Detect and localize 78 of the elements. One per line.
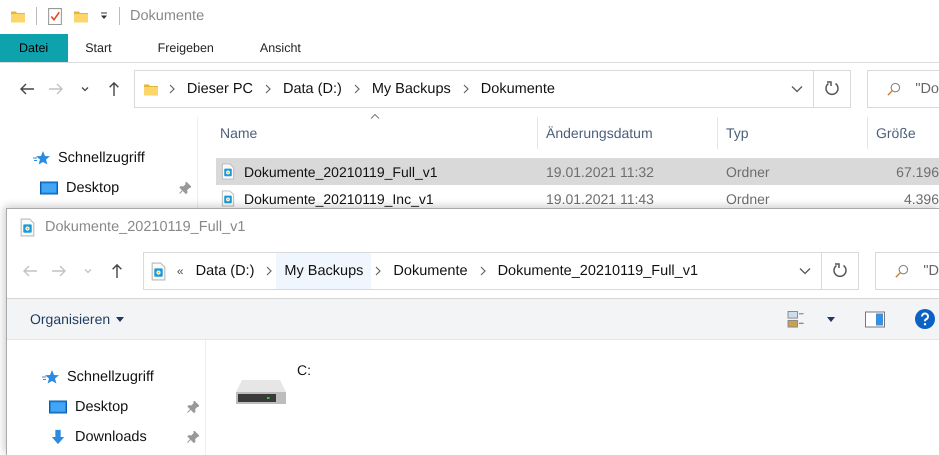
file-row[interactable]: Dokumente_20210119_Inc_v1 19.01.2021 11:43 Ordner 4.396 xyxy=(216,185,939,212)
chevron-icon xyxy=(168,84,175,94)
pin-icon[interactable] xyxy=(187,401,199,413)
sidebar-item[interactable]: Downloads xyxy=(75,429,147,445)
properties-icon[interactable] xyxy=(47,8,63,24)
search-field[interactable]: "D xyxy=(875,252,939,290)
pin-icon[interactable] xyxy=(179,182,191,194)
download-arrow-icon xyxy=(49,429,67,445)
breadcrumb[interactable]: Dieser PC xyxy=(184,71,255,107)
column-header[interactable]: Größe xyxy=(867,117,939,149)
desktop-icon xyxy=(49,399,67,415)
sidebar-item[interactable]: Schnellzugriff xyxy=(58,150,145,166)
breadcrumb[interactable]: My Backups xyxy=(370,71,453,107)
up-arrow-icon[interactable] xyxy=(106,80,120,98)
file-name: Dokumente_20210119_Full_v1 xyxy=(244,164,438,180)
chevron-icon xyxy=(462,84,469,94)
file-icon xyxy=(150,262,167,280)
chevron-icon xyxy=(480,266,486,276)
chevron-icon xyxy=(264,84,271,94)
star-icon xyxy=(41,369,59,385)
file-name: Dokumente_20210119_Inc_v1 xyxy=(244,190,434,206)
size-cell-text: 4.396 xyxy=(902,190,939,206)
refresh-button[interactable] xyxy=(814,70,852,108)
dropdown-button[interactable] xyxy=(791,85,804,93)
sort-caret-icon xyxy=(370,113,380,119)
breadcrumb[interactable]: Data (D:) xyxy=(280,71,344,107)
drive-label[interactable]: C: xyxy=(297,362,311,378)
file-icon xyxy=(19,218,36,236)
file-row[interactable]: Dokumente_20210119_Full_v1 19.01.2021 11:32 Ordner 67.196 xyxy=(216,158,939,185)
ribbon-tab[interactable]: Ansicht xyxy=(242,34,318,62)
breadcrumb[interactable]: My Backups xyxy=(276,253,372,289)
chevron-down-icon[interactable] xyxy=(80,84,90,94)
chevron-icon xyxy=(375,266,382,276)
column-header[interactable]: Änderungsdatum xyxy=(537,117,717,149)
refresh-button[interactable] xyxy=(822,252,860,290)
address-bar[interactable]: « Data (D:) My Backups Dokumente Dokumente_20210119_Full_v1 xyxy=(142,252,822,290)
file-icon xyxy=(220,163,236,180)
sidebar-item[interactable]: Schnellzugriff xyxy=(67,369,154,385)
date-cell-text: 19.01.2021 11:32 xyxy=(545,164,655,180)
dropdown-button[interactable] xyxy=(799,267,812,275)
ribbon-tab[interactable]: Start xyxy=(68,34,129,62)
caret-icon xyxy=(116,316,124,322)
window-title: Dokumente_20210119_Full_v1 xyxy=(45,219,246,235)
search-icon xyxy=(886,82,902,96)
column-header[interactable]: Typ xyxy=(717,117,867,149)
star-icon xyxy=(32,150,50,166)
overflow-button[interactable]: « xyxy=(176,264,184,278)
window-title: Dokumente xyxy=(130,8,204,24)
search-field[interactable]: "Do xyxy=(867,70,939,108)
hard-drive-icon[interactable] xyxy=(234,378,288,406)
dropdown-caret-icon[interactable] xyxy=(827,316,835,322)
address-bar[interactable]: Dieser PC Data (D:) My Backups Dokumente xyxy=(134,70,814,108)
refresh-icon xyxy=(832,263,848,279)
search-icon xyxy=(894,264,910,278)
organize-menu-button[interactable]: Organisieren xyxy=(30,311,124,327)
breadcrumb[interactable]: Dokumente xyxy=(391,253,470,289)
sidebar-item[interactable]: Desktop xyxy=(75,399,128,415)
customize-menu-icon[interactable] xyxy=(99,11,109,21)
chevron-icon xyxy=(354,84,360,94)
back-arrow-icon[interactable] xyxy=(18,81,36,97)
help-icon[interactable] xyxy=(915,309,935,329)
date-cell-text: 19.01.2021 11:43 xyxy=(545,190,655,206)
chevron-icon xyxy=(266,266,272,276)
type-cell-text: Ordner xyxy=(725,190,771,206)
breadcrumb[interactable]: Data (D:) xyxy=(194,253,256,289)
pin-icon[interactable] xyxy=(187,431,199,443)
size-cell-text: 67.196 xyxy=(895,164,939,180)
ribbon-tab[interactable]: Datei xyxy=(0,34,68,62)
type-cell-text: Ordner xyxy=(725,164,771,180)
refresh-icon xyxy=(824,81,840,97)
up-arrow-icon[interactable] xyxy=(110,262,124,280)
sidebar-item[interactable]: Desktop xyxy=(66,180,120,196)
breadcrumb[interactable]: Dokumente xyxy=(478,71,557,107)
breadcrumb[interactable]: Dokumente_20210119_Full_v1 xyxy=(496,253,700,289)
ribbon-tab[interactable]: Freigeben xyxy=(140,34,231,62)
preview-pane-icon[interactable] xyxy=(865,310,885,328)
column-header[interactable]: Name xyxy=(216,117,537,149)
desktop-icon xyxy=(40,180,58,196)
